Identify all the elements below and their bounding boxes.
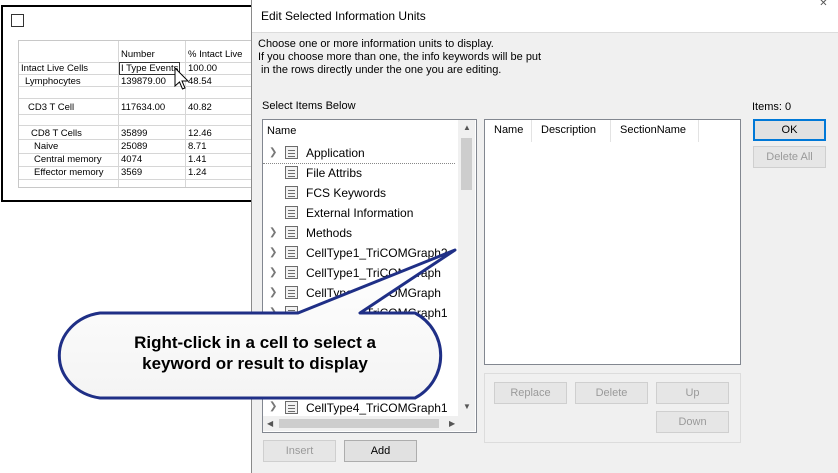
row-number[interactable]: 4074 [121, 154, 142, 165]
row-name[interactable]: Central memory [34, 154, 102, 165]
column-header-pct[interactable]: % Intact Live [188, 49, 242, 60]
row-pct[interactable]: 12.46 [188, 128, 212, 139]
callout-text: Right-click in a cell to select a keywor… [90, 332, 420, 374]
tree-item-label: FCS Keywords [306, 186, 387, 200]
tree-item-file-attribs[interactable]: File Attribs [263, 163, 458, 183]
up-button[interactable]: Up [656, 382, 729, 404]
row-pct[interactable]: 100.00 [188, 63, 217, 74]
column-header-name[interactable]: Name [485, 120, 532, 142]
close-icon[interactable]: ✕ [808, 0, 838, 10]
list-icon [285, 286, 298, 299]
list-icon [285, 166, 298, 179]
list-icon [285, 246, 298, 259]
row-pct[interactable]: 1.41 [188, 154, 207, 165]
tree-item-celltype4-graph1[interactable]: ❯ CellType4_TriCOMGraph1 [263, 401, 458, 415]
scroll-right-icon[interactable]: ▶ [449, 419, 455, 428]
ok-button[interactable]: OK [753, 119, 826, 141]
h-scrollbar-thumb[interactable] [279, 419, 439, 428]
title-bar: Edit Selected Information Units ✕ [252, 0, 838, 33]
items-tree[interactable]: Name ▲ ▼ ◀ ▶ ❯ Application File Attribs … [262, 119, 477, 433]
instruction-line: If you choose more than one, the info ke… [258, 51, 542, 63]
instruction-line: Choose one or more information units to … [258, 38, 494, 50]
tree-item-methods[interactable]: ❯ Methods [263, 223, 458, 243]
chevron-right-icon[interactable]: ❯ [269, 401, 277, 412]
row-number[interactable]: 139879.00 [121, 76, 166, 87]
chevron-right-icon[interactable]: ❯ [269, 147, 277, 158]
tree-item-celltype1-graph2[interactable]: ❯ CellType1_TriCOMGraph2 [263, 243, 458, 263]
chevron-right-icon[interactable]: ❯ [269, 247, 277, 258]
tree-item-application[interactable]: ❯ Application [263, 143, 455, 164]
column-header-sectionname[interactable]: SectionName [611, 120, 699, 142]
add-button[interactable]: Add [344, 440, 417, 462]
editing-cell[interactable]: I Type Events [119, 62, 181, 75]
tree-item-label: External Information [306, 206, 414, 220]
tree-item-celltype2-graph[interactable]: ❯ CellType2_TriCOMGraph [263, 283, 458, 303]
row-name[interactable]: Effector memory [34, 167, 104, 178]
list-icon [285, 306, 298, 319]
dialog-title: Edit Selected Information Units [261, 9, 426, 23]
row-name[interactable]: Naive [34, 141, 58, 152]
tree-item-label: CellType4_TriCOMGraph1 [306, 401, 448, 415]
tree-item-external-information[interactable]: External Information [263, 203, 458, 223]
scrollbar-thumb[interactable] [461, 138, 472, 190]
tree-item-label: CellType1_TriCOMGraph [306, 266, 441, 280]
list-icon [285, 206, 298, 219]
callout-line: Right-click in a cell to select a [134, 333, 376, 352]
tree-item-label: CellType2_TriCOMGraph [306, 286, 441, 300]
selected-items-list[interactable]: Name Description SectionName [484, 119, 741, 365]
tree-item-label: CellType1_TriCOMGraph2 [306, 246, 448, 260]
row-number[interactable]: 3569 [121, 167, 142, 178]
horizontal-scrollbar[interactable]: ◀ ▶ [263, 416, 475, 431]
list-icon [285, 226, 298, 239]
tree-item-celltype3-graph1[interactable]: ❯ CellType3_TriCOMGraph1 [263, 303, 458, 323]
insert-button[interactable]: Insert [263, 440, 336, 462]
row-pct[interactable]: 8.71 [188, 141, 207, 152]
scroll-left-icon[interactable]: ◀ [267, 419, 273, 428]
delete-all-button[interactable]: Delete All [753, 146, 826, 168]
row-name[interactable]: Lymphocytes [25, 76, 81, 87]
items-count: Items: 0 [752, 101, 792, 113]
scroll-down-icon[interactable]: ▼ [463, 402, 471, 411]
mouse-cursor-icon [174, 67, 190, 90]
delete-button[interactable]: Delete [575, 382, 648, 404]
chevron-right-icon[interactable]: ❯ [269, 307, 277, 318]
row-number[interactable]: 117634.00 [121, 102, 165, 113]
chevron-right-icon[interactable]: ❯ [269, 267, 277, 278]
tree-item-label: CellType3_TriCOMGraph1 [306, 306, 448, 320]
replace-button[interactable]: Replace [494, 382, 567, 404]
row-name[interactable]: CD3 T Cell [28, 102, 74, 113]
checkbox[interactable] [11, 14, 24, 27]
row-name[interactable]: Intact Live Cells [21, 63, 88, 74]
row-pct[interactable]: 40.82 [188, 102, 212, 113]
row-number[interactable]: 35899 [121, 128, 147, 139]
list-icon [285, 146, 298, 159]
tree-item-label: Methods [306, 226, 353, 240]
tree-header-name: Name [267, 125, 297, 137]
tree-item-label: Application [306, 146, 365, 160]
scroll-up-icon[interactable]: ▲ [463, 123, 471, 132]
select-items-label: Select Items Below [262, 100, 356, 112]
edit-info-units-dialog: Edit Selected Information Units ✕ Choose… [251, 0, 838, 473]
callout-line: keyword or result to display [142, 354, 368, 373]
down-button[interactable]: Down [656, 411, 729, 433]
list-icon [285, 401, 298, 414]
row-name[interactable]: CD8 T Cells [31, 128, 82, 139]
results-table: Number % Intact Live Intact Live Cells I… [18, 40, 259, 188]
list-icon [285, 186, 298, 199]
chevron-right-icon[interactable]: ❯ [269, 287, 277, 298]
tree-item-celltype1-graph[interactable]: ❯ CellType1_TriCOMGraph [263, 263, 458, 283]
column-header-number[interactable]: Number [121, 49, 155, 60]
tree-item-fcs-keywords[interactable]: FCS Keywords [263, 183, 458, 203]
row-pct[interactable]: 1.24 [188, 167, 207, 178]
chevron-right-icon[interactable]: ❯ [269, 227, 277, 238]
instruction-line: in the rows directly under the one you a… [258, 64, 502, 76]
row-number[interactable]: 25089 [121, 141, 147, 152]
vertical-scrollbar[interactable]: ▲ ▼ [458, 120, 475, 416]
column-header-description[interactable]: Description [532, 120, 611, 142]
tree-item-label: File Attribs [306, 166, 363, 180]
list-icon [285, 266, 298, 279]
